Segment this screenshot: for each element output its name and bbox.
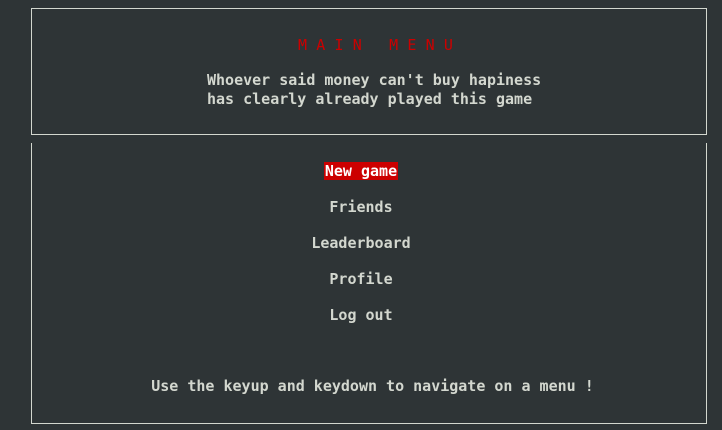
menu-item-label: New game (323, 162, 399, 180)
menu-item-label: Log out (329, 306, 393, 324)
tagline-line-1: Whoever said money can't buy hapiness (207, 71, 542, 89)
main-menu-title: MAIN MENU (298, 36, 463, 54)
menu-item-label: Friends (329, 198, 393, 216)
menu-item-profile[interactable]: Profile (0, 270, 722, 288)
menu-item-label: Profile (329, 270, 393, 288)
menu-item-friends[interactable]: Friends (0, 198, 722, 216)
tagline-line-2: has clearly already played this game (207, 90, 533, 108)
navigation-hint: Use the keyup and keydown to navigate on… (151, 377, 594, 395)
menu-item-leaderboard[interactable]: Leaderboard (0, 234, 722, 252)
menu-item-label: Leaderboard (311, 234, 411, 252)
menu-item-log-out[interactable]: Log out (0, 306, 722, 324)
menu-item-new-game[interactable]: New game (0, 162, 722, 180)
